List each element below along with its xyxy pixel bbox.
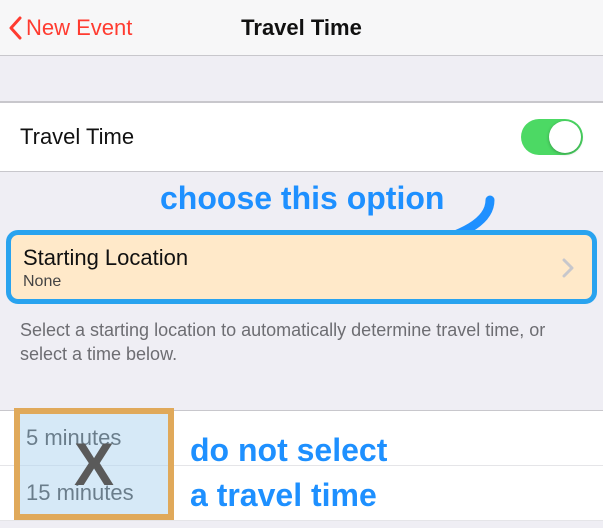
starting-location-title: Starting Location — [23, 245, 188, 271]
travel-time-toggle-row[interactable]: Travel Time — [0, 102, 603, 172]
donot-line2: a travel time — [190, 473, 387, 518]
starting-location-row[interactable]: Starting Location None — [6, 230, 597, 304]
chevron-right-icon — [562, 258, 574, 278]
help-text: Select a starting location to automatica… — [20, 318, 583, 367]
annotation-do-not-select: do not select a travel time — [190, 428, 387, 518]
travel-time-switch[interactable] — [521, 119, 583, 155]
chevron-left-icon — [8, 16, 22, 40]
annotation-choose-option: choose this option — [160, 180, 444, 217]
nav-bar: New Event Travel Time — [0, 0, 603, 56]
donot-line1: do not select — [190, 428, 387, 473]
travel-time-label: Travel Time — [20, 124, 134, 150]
back-label: New Event — [26, 15, 132, 41]
section-spacer — [0, 56, 603, 102]
back-button[interactable]: New Event — [0, 15, 132, 41]
starting-location-value: None — [23, 273, 188, 291]
